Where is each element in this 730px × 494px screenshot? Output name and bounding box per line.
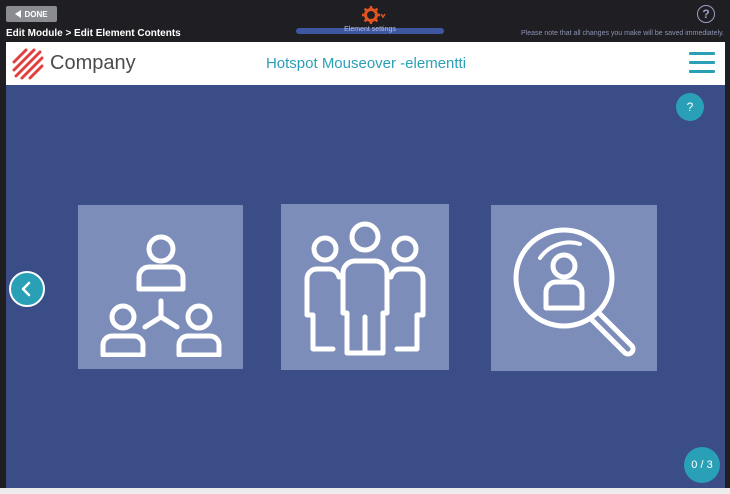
back-arrow-icon: [15, 10, 22, 18]
progress-counter: 0 / 3: [684, 447, 720, 483]
module-preview: Company Hotspot Mouseover -elementti ? 0…: [6, 42, 725, 488]
organization-icon: [100, 234, 221, 357]
hotspot-tile-organization[interactable]: [78, 205, 243, 369]
autosave-notice: Please note that all changes you make wi…: [521, 30, 724, 37]
breadcrumb: Edit Module > Edit Element Contents: [6, 28, 181, 39]
element-settings-bar[interactable]: Element settings: [296, 26, 444, 34]
done-button[interactable]: DONE: [6, 6, 57, 22]
done-label: DONE: [24, 9, 48, 19]
module-header: Company Hotspot Mouseover -elementti: [6, 42, 725, 85]
bottom-strip: [0, 488, 730, 494]
company-name: Company: [50, 52, 136, 74]
hamburger-menu-icon[interactable]: [689, 52, 715, 74]
company-logo-icon: [12, 48, 44, 80]
chevron-left-icon: [21, 281, 31, 297]
search-user-icon: [513, 227, 636, 357]
editor-help-icon[interactable]: ?: [697, 5, 715, 23]
group-icon: [304, 221, 426, 356]
content-help-button[interactable]: ?: [676, 93, 704, 121]
previous-button[interactable]: [9, 271, 45, 307]
hotspot-tile-search-user[interactable]: [491, 205, 657, 371]
hotspot-tile-group[interactable]: [281, 204, 449, 370]
element-settings-label: Element settings: [344, 26, 396, 33]
editor-toolbar: DONE Element settings ? Edit Module > Ed…: [0, 0, 730, 42]
gear-icon[interactable]: [362, 6, 392, 26]
page-title: Hotspot Mouseover -elementti: [265, 55, 467, 72]
